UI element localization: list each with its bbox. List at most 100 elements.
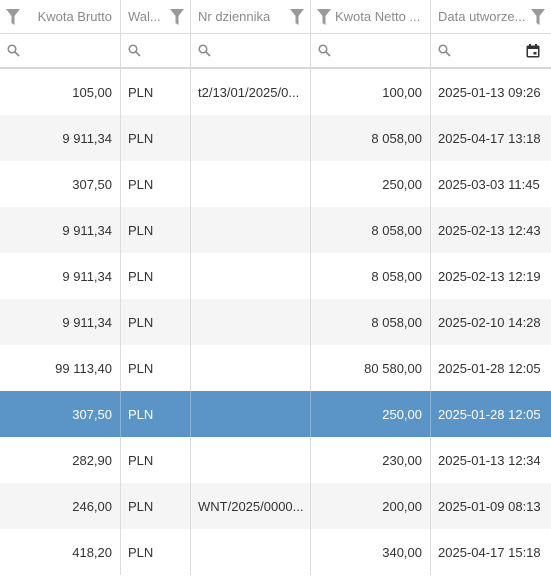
cell-kwota-brutto[interactable]: 9 911,34 (0, 115, 121, 161)
column-header-label: Data utworze... (438, 9, 526, 24)
cell-waluta[interactable]: PLN (121, 437, 191, 483)
funnel-icon[interactable] (290, 8, 304, 25)
filter-cell-nr-dziennika[interactable] (191, 34, 311, 67)
cell-data-utworzenia[interactable]: 2025-01-13 12:34 (431, 437, 551, 483)
cell-kwota-netto-text: 200,00 (382, 498, 422, 514)
cell-data-utworzenia[interactable]: 2025-01-09 08:13 (431, 483, 551, 529)
calendar-icon[interactable] (526, 43, 540, 58)
cell-kwota-brutto-text: 9 911,34 (62, 222, 112, 238)
column-header-kwota-brutto[interactable]: Kwota Brutto (0, 0, 121, 33)
cell-waluta[interactable]: PLN (121, 253, 191, 299)
cell-data-utworzenia[interactable]: 2025-04-17 15:18 (431, 529, 551, 575)
search-icon (318, 44, 331, 57)
filter-cell-waluta[interactable] (121, 34, 191, 67)
cell-kwota-netto[interactable]: 80 580,00 (311, 345, 431, 391)
cell-nr-dziennika[interactable]: t2/13/01/2025/0... (191, 69, 311, 115)
cell-kwota-netto[interactable]: 8 058,00 (311, 207, 431, 253)
cell-waluta[interactable]: PLN (121, 69, 191, 115)
funnel-icon[interactable] (170, 8, 184, 25)
cell-nr-dziennika[interactable] (191, 207, 311, 253)
cell-kwota-brutto[interactable]: 246,00 (0, 483, 121, 529)
cell-waluta[interactable]: PLN (121, 483, 191, 529)
cell-kwota-netto-text: 8 058,00 (371, 222, 422, 238)
cell-kwota-brutto[interactable]: 9 911,34 (0, 299, 121, 345)
table-row[interactable]: 105,00 PLN t2/13/01/2025/0... 100,00 2025-01… (0, 69, 551, 115)
cell-waluta[interactable]: PLN (121, 161, 191, 207)
cell-waluta[interactable]: PLN (121, 115, 191, 161)
cell-data-utworzenia[interactable]: 2025-02-10 14:28 (431, 299, 551, 345)
cell-kwota-brutto[interactable]: 418,20 (0, 529, 121, 575)
cell-waluta[interactable]: PLN (121, 391, 191, 437)
column-header-data-utworzenia[interactable]: Data utworze... (431, 0, 551, 33)
cell-data-utworzenia[interactable]: 2025-02-13 12:19 (431, 253, 551, 299)
filter-cell-data-utworzenia[interactable] (431, 34, 551, 67)
cell-data-utworzenia-text: 2025-01-28 12:05 (438, 360, 541, 376)
funnel-icon[interactable] (6, 8, 20, 25)
column-header-kwota-netto[interactable]: Kwota Netto ... (311, 0, 431, 33)
table-row[interactable]: 9 911,34 PLN 8 058,00 2025-04-17 13:18 (0, 115, 551, 161)
column-header-waluta[interactable]: Wal... (121, 0, 191, 33)
filter-cell-kwota-netto[interactable] (311, 34, 431, 67)
table-row[interactable]: 9 911,34 PLN 8 058,00 2025-02-10 14:28 (0, 299, 551, 345)
cell-kwota-netto[interactable]: 250,00 (311, 161, 431, 207)
cell-waluta[interactable]: PLN (121, 299, 191, 345)
cell-waluta-text: PLN (128, 84, 154, 100)
cell-nr-dziennika[interactable] (191, 345, 311, 391)
cell-data-utworzenia-text: 2025-02-10 14:28 (438, 314, 541, 330)
cell-kwota-netto[interactable]: 8 058,00 (311, 253, 431, 299)
cell-kwota-netto[interactable]: 200,00 (311, 483, 431, 529)
cell-data-utworzenia-text: 2025-01-09 08:13 (438, 498, 541, 514)
column-header-label: Nr dziennika (198, 9, 271, 24)
cell-data-utworzenia[interactable]: 2025-01-28 12:05 (431, 345, 551, 391)
cell-kwota-brutto[interactable]: 9 911,34 (0, 207, 121, 253)
cell-nr-dziennika[interactable] (191, 299, 311, 345)
cell-waluta[interactable]: PLN (121, 529, 191, 575)
cell-nr-dziennika[interactable] (191, 253, 311, 299)
cell-nr-dziennika[interactable]: WNT/2025/0000... (191, 483, 311, 529)
cell-kwota-brutto[interactable]: 307,50 (0, 391, 121, 437)
table-row[interactable]: 9 911,34 PLN 8 058,00 2025-02-13 12:19 (0, 253, 551, 299)
cell-kwota-netto[interactable]: 8 058,00 (311, 115, 431, 161)
cell-kwota-brutto[interactable]: 282,90 (0, 437, 121, 483)
header-row: Kwota Brutto Wal... Nr dziennika Kwota N… (0, 0, 551, 34)
table-row[interactable]: 246,00 PLN WNT/2025/0000... 200,00 2025-01-0… (0, 483, 551, 529)
cell-data-utworzenia[interactable]: 2025-03-03 11:45 (431, 161, 551, 207)
cell-waluta[interactable]: PLN (121, 345, 191, 391)
cell-kwota-netto[interactable]: 250,00 (311, 391, 431, 437)
cell-nr-dziennika[interactable] (191, 391, 311, 437)
cell-data-utworzenia[interactable]: 2025-01-28 12:05 (431, 391, 551, 437)
cell-kwota-brutto[interactable]: 9 911,34 (0, 253, 121, 299)
table-row[interactable]: 282,90 PLN 230,00 2025-01-13 12:34 (0, 437, 551, 483)
cell-kwota-brutto[interactable]: 99 113,40 (0, 345, 121, 391)
table-row[interactable]: 9 911,34 PLN 8 058,00 2025-02-13 12:43 (0, 207, 551, 253)
cell-waluta[interactable]: PLN (121, 207, 191, 253)
filter-cell-kwota-brutto[interactable] (0, 34, 121, 67)
cell-kwota-brutto-text: 246,00 (72, 498, 112, 514)
table-row[interactable]: 307,50 PLN 250,00 2025-03-03 11:45 (0, 161, 551, 207)
funnel-icon[interactable] (531, 8, 545, 25)
cell-kwota-netto[interactable]: 100,00 (311, 69, 431, 115)
cell-data-utworzenia[interactable]: 2025-01-13 09:26 (431, 69, 551, 115)
cell-nr-dziennika[interactable] (191, 115, 311, 161)
cell-nr-dziennika-text: WNT/2025/0000... (198, 498, 304, 514)
column-header-nr-dziennika[interactable]: Nr dziennika (191, 0, 311, 33)
search-icon (438, 44, 451, 57)
cell-nr-dziennika[interactable] (191, 437, 311, 483)
cell-data-utworzenia[interactable]: 2025-04-17 13:18 (431, 115, 551, 161)
table-row-selected[interactable]: 307,50 PLN 250,00 2025-01-28 12:05 (0, 391, 551, 437)
cell-kwota-brutto-text: 9 911,34 (62, 268, 112, 284)
cell-kwota-brutto[interactable]: 105,00 (0, 69, 121, 115)
cell-waluta-text: PLN (128, 360, 154, 376)
cell-kwota-brutto[interactable]: 307,50 (0, 161, 121, 207)
cell-data-utworzenia-text: 2025-01-13 12:34 (438, 452, 541, 468)
cell-kwota-brutto-text: 9 911,34 (62, 130, 112, 146)
funnel-icon[interactable] (317, 8, 331, 25)
table-row[interactable]: 418,20 PLN 340,00 2025-04-17 15:18 (0, 529, 551, 575)
cell-kwota-netto[interactable]: 8 058,00 (311, 299, 431, 345)
cell-kwota-netto[interactable]: 230,00 (311, 437, 431, 483)
cell-nr-dziennika[interactable] (191, 529, 311, 575)
table-row[interactable]: 99 113,40 PLN 80 580,00 2025-01-28 12:05 (0, 345, 551, 391)
cell-data-utworzenia[interactable]: 2025-02-13 12:43 (431, 207, 551, 253)
cell-kwota-netto[interactable]: 340,00 (311, 529, 431, 575)
cell-nr-dziennika[interactable] (191, 161, 311, 207)
